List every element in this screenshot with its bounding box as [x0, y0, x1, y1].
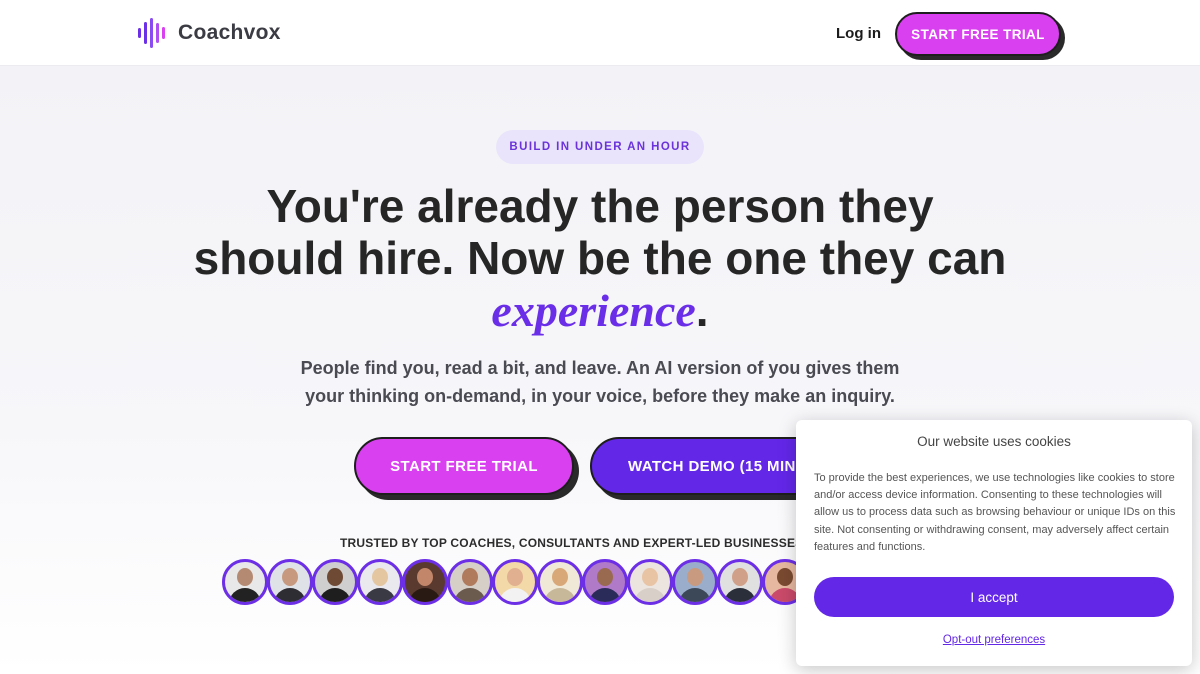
- avatar: [582, 559, 628, 605]
- trusted-by-text: TRUSTED BY TOP COACHES, CONSULTANTS AND …: [340, 536, 820, 550]
- hero-start-trial-button[interactable]: START FREE TRIAL: [354, 437, 574, 495]
- soundwave-logo-icon: [138, 18, 165, 48]
- logo[interactable]: Coachvox: [138, 18, 281, 48]
- header-start-trial-button[interactable]: START FREE TRIAL: [895, 12, 1061, 56]
- avatar: [537, 559, 583, 605]
- subtext-line-2: your thinking on-demand, in your voice, …: [305, 386, 895, 406]
- avatar: [627, 559, 673, 605]
- headline-period: .: [695, 284, 709, 336]
- hero-subtext: People find you, read a bit, and leave. …: [280, 354, 920, 410]
- build-badge: BUILD IN UNDER AN HOUR: [496, 130, 704, 164]
- logo-text: Coachvox: [178, 21, 281, 44]
- avatar: [357, 559, 403, 605]
- avatar: [717, 559, 763, 605]
- avatar: [267, 559, 313, 605]
- avatar: [447, 559, 493, 605]
- subtext-line-1: People find you, read a bit, and leave. …: [300, 358, 900, 378]
- avatar: [492, 559, 538, 605]
- headline-accent: experience: [491, 285, 696, 336]
- login-link[interactable]: Log in: [836, 25, 881, 42]
- cookie-title: Our website uses cookies: [917, 434, 1071, 449]
- hero-headline: You're already the person they should hi…: [150, 180, 1050, 337]
- headline-line-2: should hire. Now be the one they can: [193, 232, 1007, 284]
- cookie-consent-dialog: Our website uses cookies To provide the …: [796, 420, 1192, 666]
- avatar: [312, 559, 358, 605]
- optout-preferences-link[interactable]: Opt-out preferences: [796, 634, 1192, 646]
- cookie-body: To provide the best experiences, we use …: [814, 472, 1176, 553]
- avatar: [402, 559, 448, 605]
- headline-line-1: You're already the person they: [266, 180, 934, 232]
- avatar: [222, 559, 268, 605]
- accept-cookies-button[interactable]: I accept: [814, 577, 1174, 617]
- site-header: Coachvox Log in START FREE TRIAL: [0, 0, 1200, 66]
- avatar: [672, 559, 718, 605]
